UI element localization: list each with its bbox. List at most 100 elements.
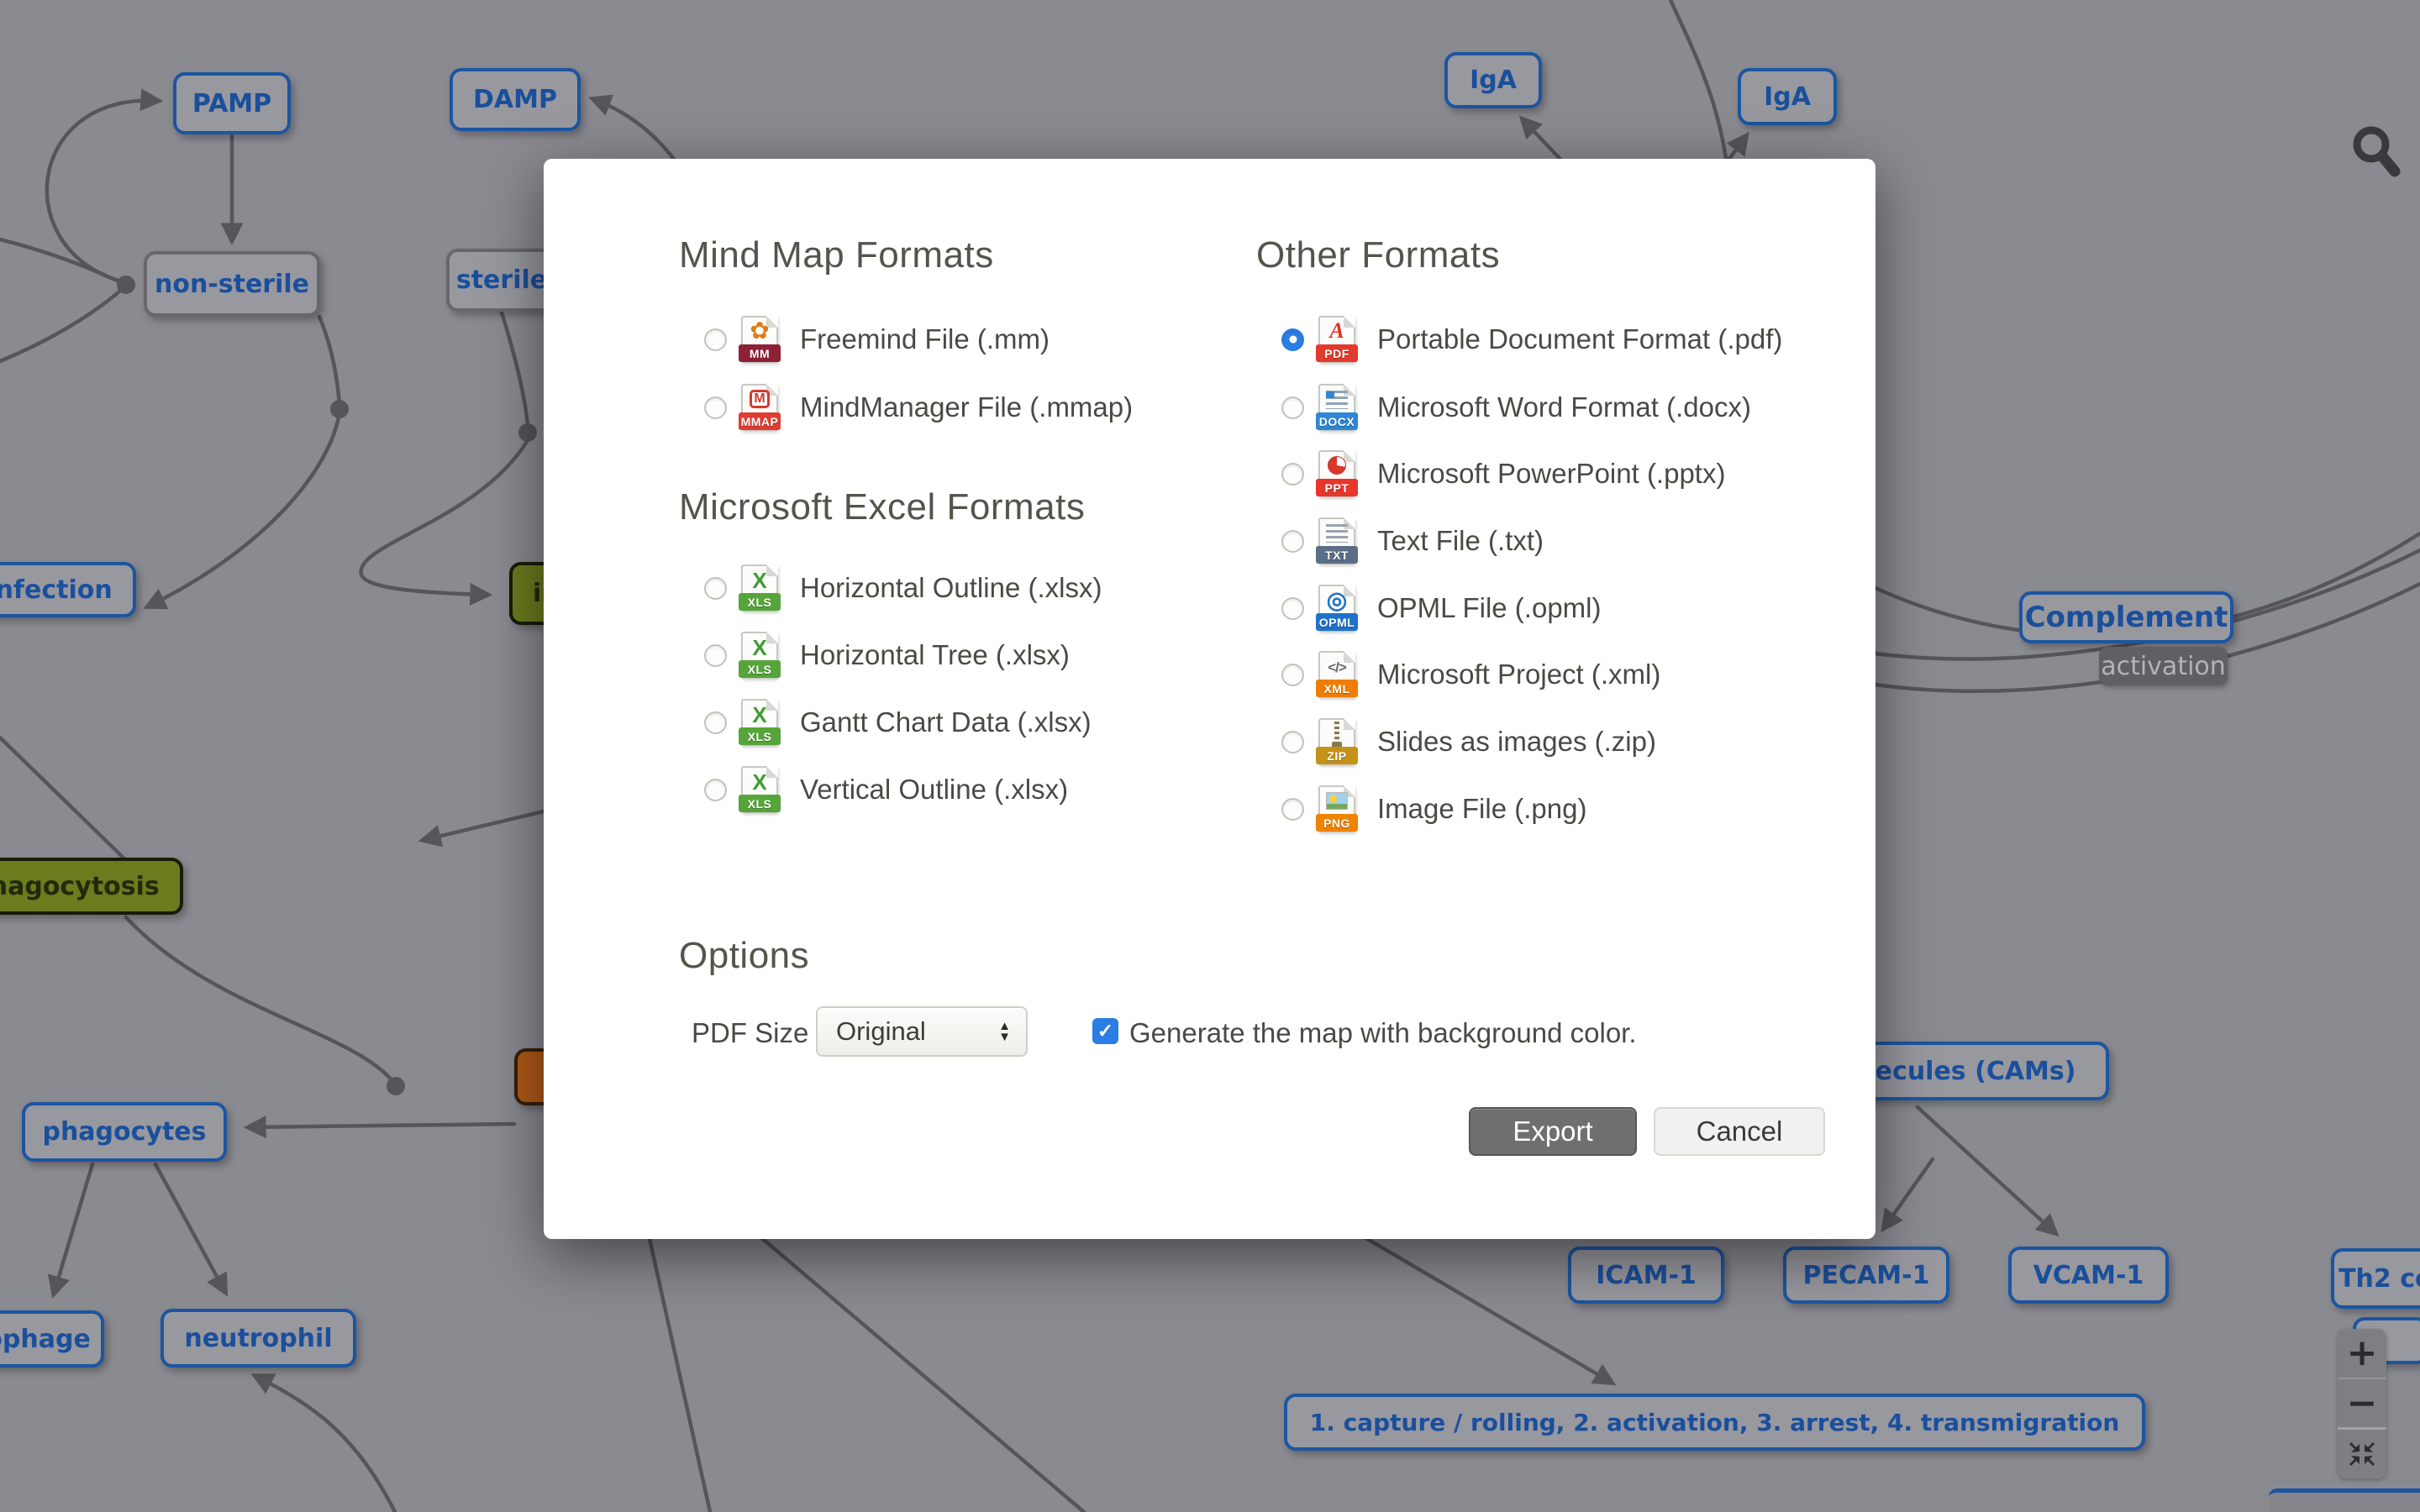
map-node-icam-1[interactable]: ICAM-1 xyxy=(1568,1247,1724,1304)
radio-button[interactable] xyxy=(704,711,727,734)
excel-file-icon-glyph: X xyxy=(752,568,766,594)
format-option-opml[interactable]: ◎ OPML OPML File (.opml) xyxy=(1281,582,1601,634)
text-file-icon: TXT xyxy=(1318,517,1355,564)
zoom-controls: + − xyxy=(2338,1329,2386,1478)
excel-file-icon: X XLS xyxy=(741,564,778,612)
fit-to-screen-button[interactable] xyxy=(2338,1427,2386,1478)
select-stepper-icon: ▲ ▼ xyxy=(998,1021,1011,1042)
radio-button[interactable] xyxy=(1281,530,1304,553)
radio-button[interactable] xyxy=(1281,328,1304,351)
text-file-icon-glyph xyxy=(1326,524,1348,543)
map-node-complement[interactable]: Complement xyxy=(2019,591,2233,643)
format-label: Gantt Chart Data (.xlsx) xyxy=(800,706,1092,738)
format-label: Microsoft Project (.xml) xyxy=(1377,659,1660,690)
format-option-pdf[interactable]: A PDF Portable Document Format (.pdf) xyxy=(1281,313,1782,365)
format-label: OPML File (.opml) xyxy=(1377,592,1601,624)
excel-file-icon: X XLS xyxy=(741,632,778,679)
opml-file-icon-glyph: ◎ xyxy=(1327,586,1347,614)
pdf-file-icon: A PDF xyxy=(1318,316,1355,363)
map-node-neutrophil[interactable]: neutrophil xyxy=(160,1309,356,1368)
radio-button[interactable] xyxy=(704,328,727,351)
word-file-icon: DOCX xyxy=(1318,384,1355,431)
format-option-xlsx-horizontal-tree[interactable]: X XLS Horizontal Tree (.xlsx) xyxy=(704,629,1070,681)
map-node-macrophage[interactable]: macrophage xyxy=(0,1310,104,1368)
zoom-out-button[interactable]: − xyxy=(2338,1378,2386,1428)
radio-button[interactable] xyxy=(704,396,727,419)
format-label: Image File (.png) xyxy=(1377,793,1586,825)
map-node-iga-1[interactable]: IgA xyxy=(1444,52,1542,108)
format-option-xml[interactable]: </> XML Microsoft Project (.xml) xyxy=(1281,648,1660,701)
radio-button[interactable] xyxy=(704,577,727,600)
format-option-freemind-mm[interactable]: ✿ MM Freemind File (.mm) xyxy=(704,313,1050,365)
map-node-pamp[interactable]: PAMP xyxy=(173,72,291,134)
search-icon xyxy=(2346,121,2407,190)
map-node-phagocytes[interactable]: phagocytes xyxy=(22,1102,227,1162)
other-section-title: Other Formats xyxy=(1256,234,1500,276)
pdf-file-icon-glyph: A xyxy=(1329,318,1344,344)
radio-button[interactable] xyxy=(1281,396,1304,419)
radio-button[interactable] xyxy=(1281,731,1304,753)
project-file-icon: </> XML xyxy=(1318,651,1355,698)
format-option-xlsx-horizontal-outline[interactable]: X XLS Horizontal Outline (.xlsx) xyxy=(704,562,1102,614)
format-option-zip[interactable]: ZIP Slides as images (.zip) xyxy=(1281,716,1656,768)
map-node-phagocytosis[interactable]: phagocytosis xyxy=(0,858,183,915)
excel-file-icon-glyph: X xyxy=(752,769,766,795)
format-label: MindManager File (.mmap) xyxy=(800,391,1133,423)
map-node-pecam-1[interactable]: PECAM-1 xyxy=(1783,1247,1949,1304)
map-node-infection[interactable]: infection xyxy=(0,562,136,617)
format-option-mindmanager[interactable]: M MMAP MindManager File (.mmap) xyxy=(704,381,1133,433)
map-node-th2[interactable]: Th2 cell xyxy=(2331,1248,2420,1309)
format-option-png[interactable]: PNG Image File (.png) xyxy=(1281,783,1586,835)
excel-file-icon: X XLS xyxy=(741,766,778,813)
checkmark-icon: ✓ xyxy=(1097,1020,1113,1042)
map-node-activation[interactable]: activation xyxy=(2099,647,2228,685)
radio-button[interactable] xyxy=(1281,798,1304,821)
radio-button[interactable] xyxy=(704,779,727,801)
format-label: Text File (.txt) xyxy=(1377,525,1544,557)
search-button[interactable] xyxy=(2346,121,2407,190)
excel-section-title: Microsoft Excel Formats xyxy=(679,486,1085,528)
mind_map-section-title: Mind Map Formats xyxy=(679,234,994,276)
format-option-txt[interactable]: TXT Text File (.txt) xyxy=(1281,515,1544,567)
image-file-icon-glyph xyxy=(1326,792,1348,810)
word-file-icon-glyph xyxy=(1326,391,1348,409)
radio-button[interactable] xyxy=(1281,664,1304,686)
zoom-in-button[interactable]: + xyxy=(2338,1329,2386,1378)
pdf-size-select[interactable]: Original ▲ ▼ xyxy=(816,1006,1028,1057)
format-label: Microsoft Word Format (.docx) xyxy=(1377,391,1751,423)
format-option-docx[interactable]: DOCX Microsoft Word Format (.docx) xyxy=(1281,381,1751,433)
export-dialog: Mind Map Formats ✿ MM Freemind File (.mm… xyxy=(544,159,1876,1239)
export-button[interactable]: Export xyxy=(1469,1107,1637,1156)
cancel-button[interactable]: Cancel xyxy=(1654,1107,1825,1156)
mindmanager-file-icon: M MMAP xyxy=(741,384,778,431)
format-option-pptx[interactable]: PPT Microsoft PowerPoint (.pptx) xyxy=(1281,448,1725,500)
map-node-iga-2[interactable]: IgA xyxy=(1738,68,1837,125)
map-node-sterile[interactable]: sterile xyxy=(446,249,557,312)
radio-button[interactable] xyxy=(704,644,727,667)
compress-icon xyxy=(2348,1440,2376,1468)
format-label: Freemind File (.mm) xyxy=(800,323,1050,355)
freemind-file-icon: ✿ MM xyxy=(741,316,778,363)
freemind-file-icon-glyph: ✿ xyxy=(750,317,769,344)
format-label: Horizontal Outline (.xlsx) xyxy=(800,572,1102,604)
project-file-icon-glyph: </> xyxy=(1328,659,1346,676)
opml-file-icon: ◎ OPML xyxy=(1318,585,1355,632)
background-color-checkbox-label: Generate the map with background color. xyxy=(1129,1017,1637,1049)
radio-button[interactable] xyxy=(1281,463,1304,486)
radio-button[interactable] xyxy=(1281,597,1304,620)
map-node-capture-steps[interactable]: 1. capture / rolling, 2. activation, 3. … xyxy=(1284,1394,2145,1451)
excel-file-icon-glyph: X xyxy=(752,702,766,728)
map-node-stub-bottom[interactable] xyxy=(2269,1488,2420,1512)
map-node-non-sterile[interactable]: non-sterile xyxy=(144,251,320,317)
format-label: Horizontal Tree (.xlsx) xyxy=(800,639,1070,671)
format-label: Slides as images (.zip) xyxy=(1377,726,1656,758)
background-color-checkbox[interactable]: ✓ xyxy=(1092,1018,1118,1044)
format-option-xlsx-vertical-outline[interactable]: X XLS Vertical Outline (.xlsx) xyxy=(704,764,1068,816)
excel-file-icon: X XLS xyxy=(741,699,778,746)
zip-file-icon: ZIP xyxy=(1318,718,1355,765)
pdf-size-value: Original xyxy=(836,1016,998,1047)
format-option-xlsx-gantt[interactable]: X XLS Gantt Chart Data (.xlsx) xyxy=(704,696,1092,748)
excel-file-icon-glyph: X xyxy=(752,635,766,661)
map-node-damp[interactable]: DAMP xyxy=(450,68,581,131)
map-node-vcam-1[interactable]: VCAM-1 xyxy=(2008,1247,2169,1304)
